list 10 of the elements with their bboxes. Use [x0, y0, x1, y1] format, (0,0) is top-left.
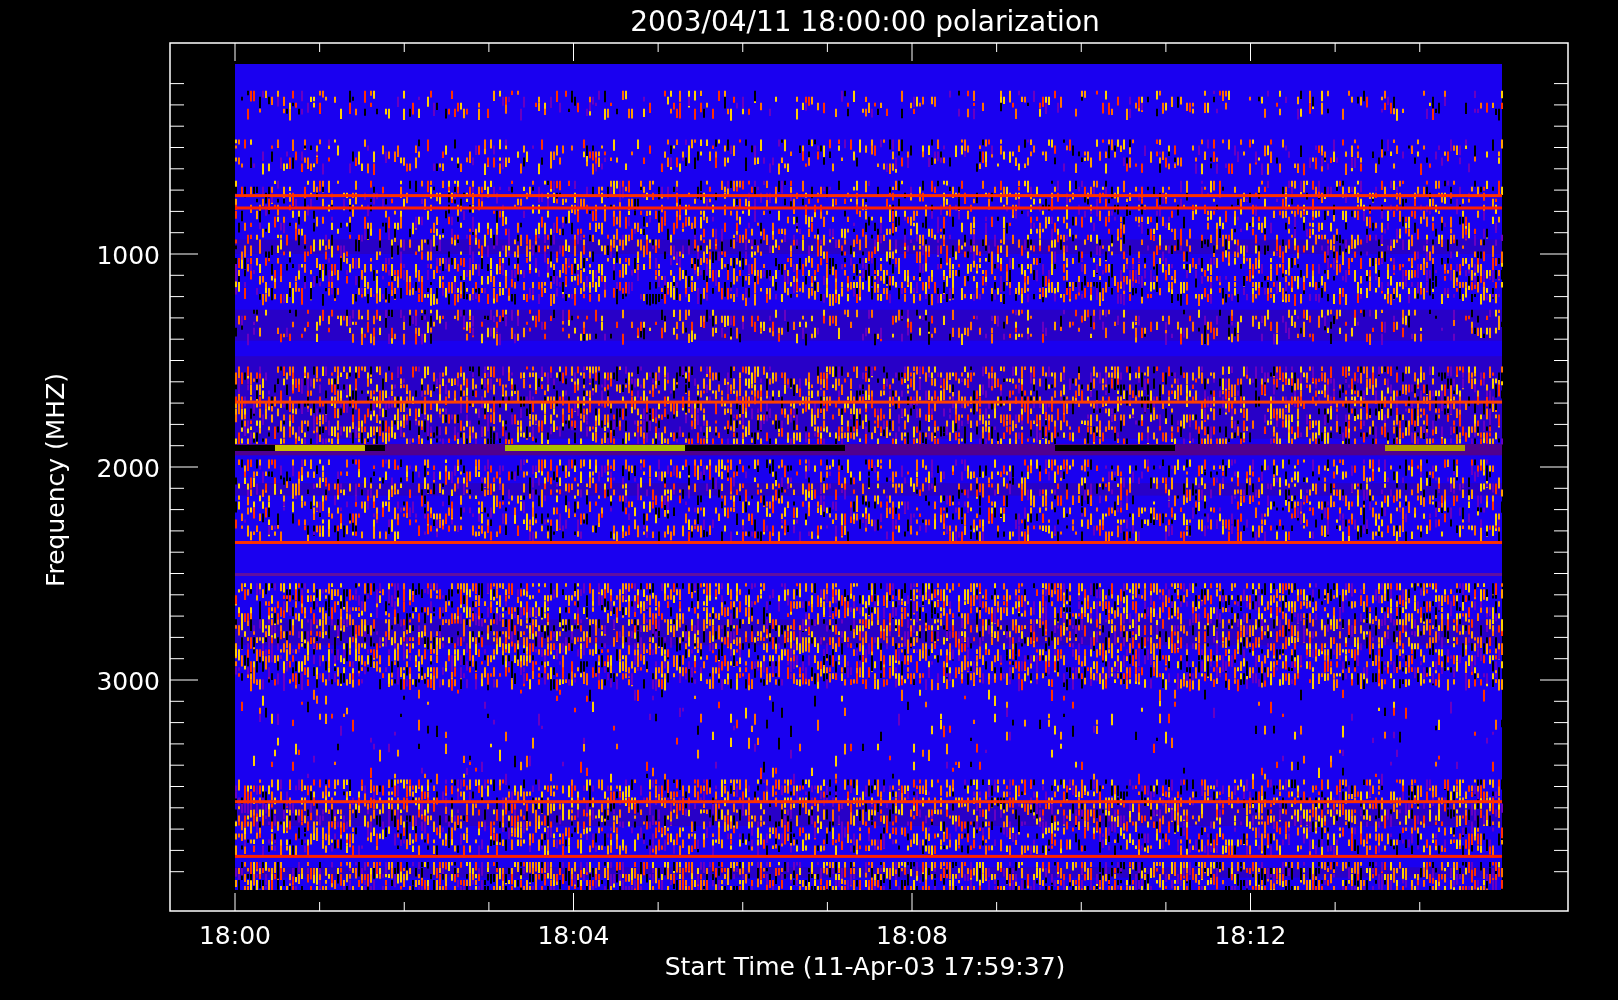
tick-label: 18:12 — [1214, 921, 1287, 950]
plot-title: 2003/04/11 18:00:00 polarization — [630, 5, 1100, 38]
tick-label: 1000 — [96, 241, 160, 270]
tick-label: 18:00 — [199, 921, 271, 950]
axis-title: Frequency (MHZ) — [41, 372, 70, 588]
tick-label: 18:08 — [876, 921, 948, 950]
axis-title: Start Time (11-Apr-03 17:59:37) — [664, 952, 1066, 981]
tick-label: 3000 — [96, 667, 160, 696]
tick-label: 18:04 — [537, 921, 610, 950]
tick-label: 2000 — [96, 454, 160, 483]
